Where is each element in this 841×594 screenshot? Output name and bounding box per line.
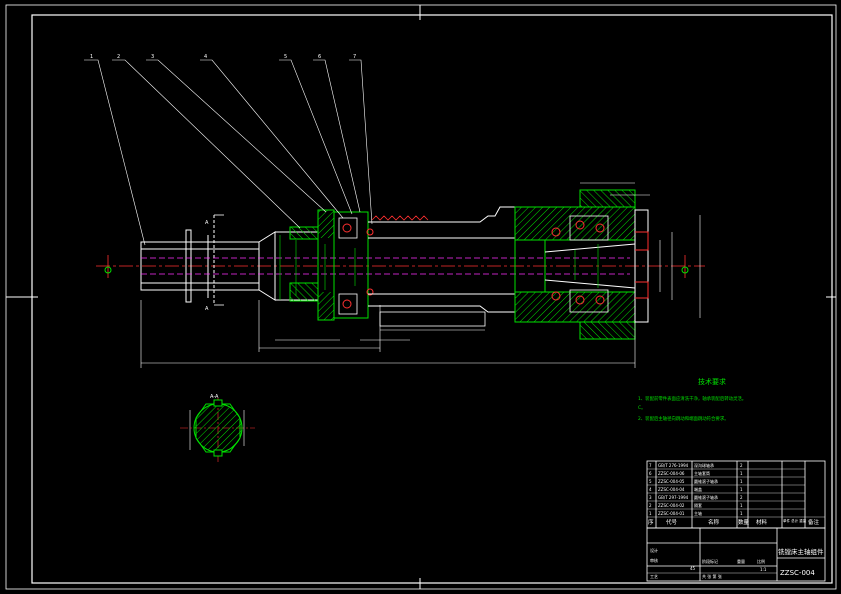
balloon-4: 4 [204, 54, 207, 60]
bom-seq: 2 [649, 503, 652, 508]
bom-code: ZZSC-004-02 [658, 503, 685, 508]
sheet-border [5, 4, 837, 590]
bom-name: 隔套 [694, 502, 702, 508]
assembly-section-view: A A 1 2 3 4 5 6 7 [84, 54, 705, 368]
bom-qty: 1 [740, 503, 743, 508]
row-process: 工艺 [650, 574, 658, 579]
bom-code: ZZSC-004-04 [658, 487, 685, 492]
bom-header-weight: 单件 总计 重量 [783, 518, 807, 523]
bom-name: 圆锥滚子轴承 [694, 494, 718, 500]
bom-header-material: 材料 [756, 518, 768, 526]
label-sheet: 共 张 第 张 [702, 573, 722, 579]
label-scale: 比例 [757, 558, 765, 564]
label-weight: 重量 [737, 558, 745, 564]
bom-code: ZZSC-004-06 [658, 471, 685, 476]
bom-name: 端盖 [694, 486, 702, 492]
bom-seq: 5 [649, 479, 652, 484]
bom-header-seq: 序 [648, 518, 654, 526]
row-design: 设计 [650, 547, 658, 553]
bom-qty: 2 [740, 495, 743, 500]
bom-name: 主轴 [694, 510, 702, 516]
bom-header-name: 名称 [708, 518, 720, 526]
bom-qty: 1 [740, 487, 743, 492]
bom-seq: 3 [649, 495, 652, 500]
tech-req-title: 技术要求 [698, 377, 726, 386]
bom-name: 深沟球轴承 [694, 462, 714, 468]
bom-name: 圆锥滚子轴承 [694, 478, 718, 484]
bom-rows: 7 GB/T 276-1994 深沟球轴承 2 6 ZZSC-004-06 主轴套筒 1 5 ZZ… [649, 462, 743, 516]
label-stage: 阶段标记 [702, 558, 718, 564]
drawing-name: 铣镗床主轴组件 [778, 547, 824, 556]
tech-req-line-1: 1、装配前零件表面应清洗干净，轴承装配后转动灵活。 [638, 395, 746, 402]
cad-drawing-sheet: A A 1 2 3 4 5 6 7 A-A 技术要求 1、装配前零件表面应清洗干… [5, 4, 837, 590]
bom-code: ZZSC-004-05 [658, 479, 685, 484]
bom-code: GB/T 276-1994 [658, 463, 689, 468]
bom-qty: 1 [740, 479, 743, 484]
bom-seq: 4 [649, 487, 652, 492]
title-block: 7 GB/T 276-1994 深沟球轴承 2 6 ZZSC-004-06 主轴套筒 1 5 ZZ… [646, 460, 826, 582]
tech-req-line-2: 2、装配后主轴径向跳动和端面跳动符合要求。 [638, 415, 729, 422]
bom-seq: 6 [649, 471, 652, 476]
section-mark-bottom: A [205, 306, 209, 312]
bom-code: GB/T 297-1994 [658, 495, 689, 500]
bom-qty: 1 [740, 511, 743, 516]
bom-seq: 7 [649, 463, 652, 468]
section-view-a-a: A-A [180, 394, 255, 462]
balloon-7: 7 [353, 54, 356, 60]
bom-qty: 2 [740, 463, 743, 468]
balloon-5: 5 [284, 54, 287, 60]
scale-value: 1:1 [760, 567, 767, 572]
bom-qty: 1 [740, 471, 743, 476]
bom-header-qty: 数量 [738, 518, 750, 526]
balloon-1: 1 [90, 54, 93, 60]
bom-name: 主轴套筒 [694, 470, 710, 476]
technical-requirements: 技术要求 1、装配前零件表面应清洗干净，轴承装配后转动灵活。 C。 2、装配后主… [638, 377, 746, 422]
row-check: 审核 [650, 557, 658, 563]
balloon-6: 6 [318, 54, 321, 60]
bom-code: ZZSC-004-01 [658, 511, 685, 516]
drawing-code: ZZSC-004 [780, 569, 815, 577]
tech-req-line-1b: C。 [638, 405, 645, 411]
bom-seq: 1 [649, 511, 652, 516]
section-title: A-A [210, 394, 219, 400]
section-mark-top: A [205, 220, 209, 226]
material-value: 45 [690, 566, 696, 571]
bom-header-code: 代号 [666, 518, 678, 526]
balloon-3: 3 [151, 54, 154, 60]
bom-header-remarks: 备注 [808, 518, 820, 526]
balloon-2: 2 [117, 54, 120, 60]
